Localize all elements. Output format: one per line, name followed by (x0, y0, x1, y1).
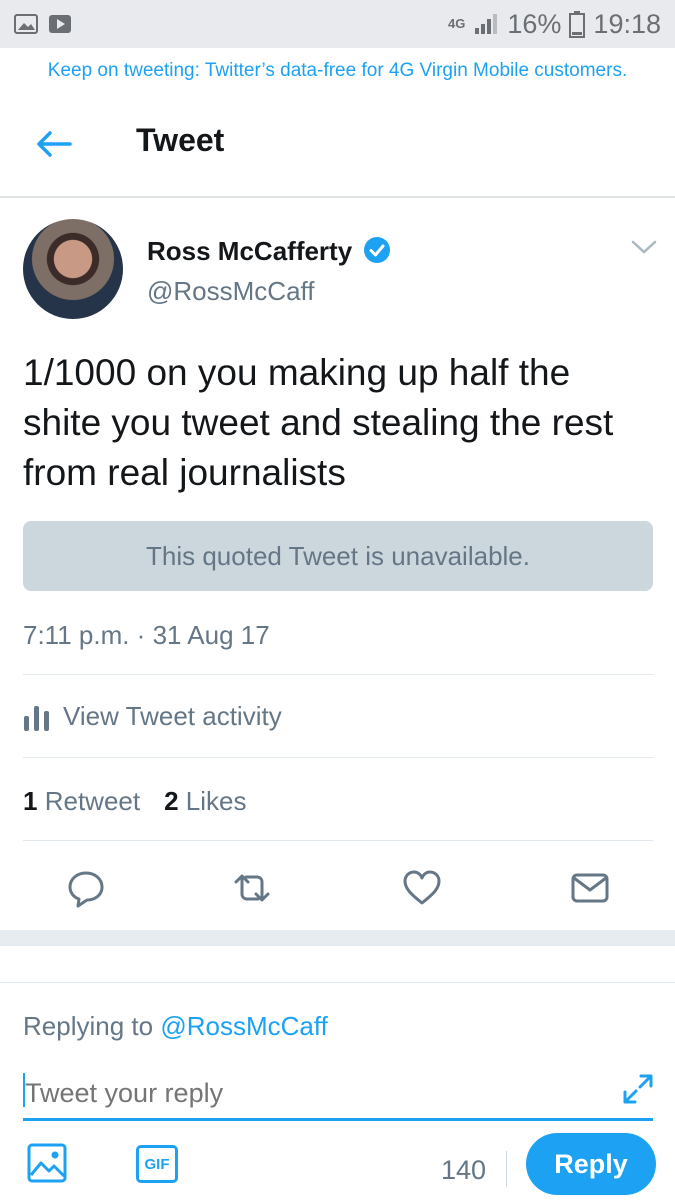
network-type: 4G (448, 16, 466, 31)
like-count: 2 (164, 786, 179, 816)
expand-icon[interactable] (622, 1073, 654, 1105)
direct-message-icon[interactable] (568, 868, 612, 908)
battery-icon (569, 11, 586, 38)
engagement-counts: 1 Retweet 2 Likes (23, 786, 247, 817)
divider (23, 840, 653, 841)
promo-banner[interactable]: Keep on tweeting: Twitter’s data-free fo… (0, 48, 675, 94)
image-icon[interactable] (26, 1141, 70, 1185)
activity-chart-icon (24, 705, 49, 731)
reply-button[interactable]: Reply (526, 1133, 656, 1195)
battery-percent: 16% (507, 8, 562, 39)
divider (23, 674, 653, 675)
app-bar: Tweet (0, 94, 675, 198)
chevron-down-icon[interactable] (630, 238, 658, 256)
replying-prefix: Replying to (23, 1011, 161, 1041)
tweet-timestamp: 7:11 p.m. · 31 Aug 17 (23, 620, 270, 650)
back-arrow-icon[interactable] (34, 128, 74, 160)
divider (506, 1151, 507, 1187)
character-count: 140 (441, 1155, 487, 1185)
reply-input[interactable] (23, 1069, 653, 1121)
gallery-icon (14, 14, 38, 34)
author-name[interactable]: Ross McCafferty (147, 236, 352, 267)
like-icon[interactable] (400, 868, 444, 908)
retweet-icon[interactable] (230, 868, 274, 908)
retweet-count: 1 (23, 786, 38, 816)
tweet-text: 1/1000 on you making up half the shite y… (23, 352, 614, 493)
reply-composer: Replying to @RossMcCaff GIF 140 Reply (0, 982, 675, 1200)
clock: 19:18 (593, 8, 661, 39)
signal-icon (475, 14, 498, 34)
text-cursor (23, 1073, 25, 1107)
view-tweet-activity-link[interactable]: View Tweet activity (23, 701, 282, 732)
replying-to: Replying to @RossMcCaff (23, 1011, 328, 1042)
verified-badge-icon (364, 237, 390, 263)
status-bar: 4G 16% 19:18 (0, 0, 675, 48)
retweet-count-link[interactable]: 1 Retweet (23, 786, 140, 817)
section-separator (0, 930, 675, 946)
like-label: Likes (185, 786, 247, 816)
activity-label: View Tweet activity (63, 701, 282, 731)
tweet-detail: Ross McCafferty @RossMcCaff 1/1000 on yo… (0, 198, 675, 930)
reply-toolbar: GIF 140 Reply (0, 1133, 675, 1201)
retweet-label: Retweet (44, 786, 141, 816)
avatar[interactable] (23, 219, 123, 319)
gif-button[interactable]: GIF (136, 1145, 178, 1183)
author-handle[interactable]: @RossMcCaff (147, 276, 315, 307)
divider (23, 757, 653, 758)
page-title: Tweet (136, 122, 225, 158)
quoted-tweet-unavailable: This quoted Tweet is unavailable. (23, 521, 653, 591)
tweet-actions (0, 858, 675, 918)
like-count-link[interactable]: 2 Likes (164, 786, 246, 817)
replying-to-mention[interactable]: @RossMcCaff (160, 1011, 328, 1041)
video-icon (49, 15, 71, 33)
reply-icon[interactable] (64, 868, 108, 908)
